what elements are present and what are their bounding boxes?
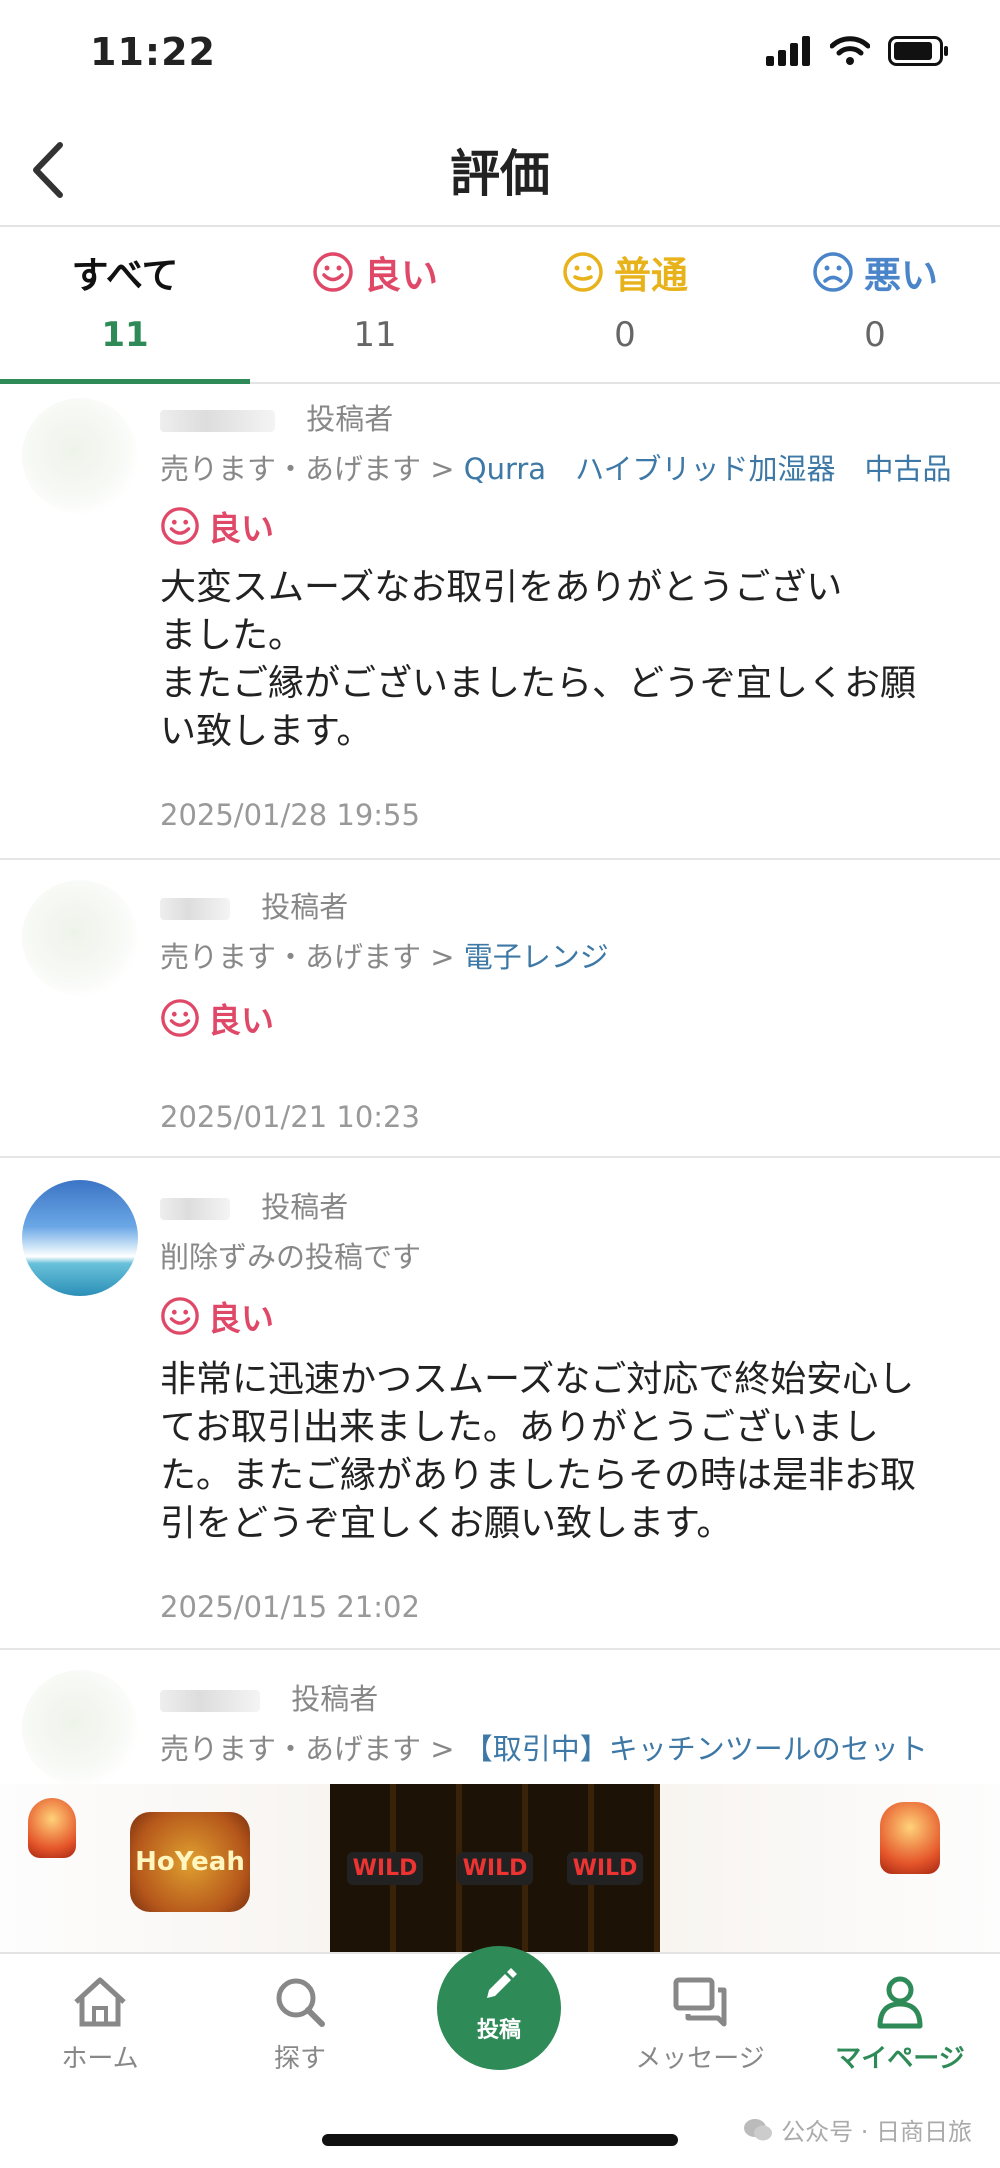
home-indicator[interactable] [322,2134,678,2146]
frown-icon [813,252,853,292]
post-path: 削除ずみの投稿です [160,1240,422,1274]
wechat-icon [744,2118,773,2140]
smile-icon [161,999,199,1037]
ad-banner[interactable]: HoYeah WILD WILD WILD [0,1784,1000,1952]
poster-role: 投稿者 [291,1682,379,1716]
wifi-icon [830,36,870,65]
post-link[interactable]: 【取引中】キッチンツールのセット [464,1732,928,1766]
poster-role: 投稿者 [306,402,394,436]
review-date: 2025/01/28 19:55 [160,798,420,832]
rating-badge: 良い [160,502,274,550]
post-path: 売ります・あげます > Qurra ハイブリッド加湿器 中古品 [160,452,952,486]
post-path: 売ります・あげます > 電子レンジ [160,940,609,974]
nav-search[interactable]: 探す [230,1974,370,2075]
tab-count: 0 [864,315,886,355]
smile-icon [161,1297,199,1335]
username-redacted [160,1198,230,1220]
review-item[interactable]: 投稿者 売ります・あげます > 電子レンジ 良い 2025/01/21 10:2… [0,860,1000,1158]
rating-badge: 良い [160,1292,274,1340]
avatar[interactable] [22,1670,138,1786]
status-icons [766,36,950,66]
tab-good[interactable]: 良い 11 [250,227,500,382]
tab-bad[interactable]: 悪い 0 [750,227,1000,382]
tab-label: すべて [71,254,179,297]
avatar[interactable] [22,880,138,996]
nav-home[interactable]: ホーム [30,1974,170,2075]
review-item[interactable]: 投稿者 売ります・あげます > 【取引中】キッチンツールのセット [0,1650,1000,1786]
ad-logo: HoYeah [130,1812,250,1912]
watermark: 公众号 · 日商日旅 [743,2112,972,2147]
avatar[interactable] [22,398,138,514]
tab-label: 悪い [864,254,938,297]
review-text: 非常に迅速かつスムーズなご対応で終始安心し てお取引出来ました。ありがとうござい… [160,1359,917,1544]
chat-icon [673,1977,727,2027]
tab-normal[interactable]: 普通 0 [500,227,750,382]
lantern-decoration [880,1802,940,1874]
review-item[interactable]: 投稿者 削除ずみの投稿です 良い 非常に迅速かつスムーズなご対応で終始安心し て… [0,1158,1000,1650]
rating-badge: 良い [160,994,274,1042]
review-item[interactable]: 投稿者 売ります・あげます > Qurra ハイブリッド加湿器 中古品 良い 大… [0,384,1000,860]
search-icon [276,1978,325,2027]
post-path: 売ります・あげます > 【取引中】キッチンツールのセット [160,1732,928,1766]
tab-label: 普通 [614,254,688,297]
poster-role: 投稿者 [261,890,349,924]
lantern-decoration [28,1798,76,1858]
battery-icon [888,36,948,66]
tab-count: 11 [353,315,397,355]
nav-messages[interactable]: メッセージ [630,1974,770,2075]
tab-count: 0 [614,315,636,355]
signal-icon [766,36,810,66]
review-text: 大変スムーズなお取引をありがとうござい ました。 またご縁がございましたら、どう… [160,567,917,752]
smile-icon [313,252,353,292]
person-icon [877,1976,923,2029]
nav-mypage[interactable]: マイページ [830,1974,970,2075]
home-icon [74,1977,126,2027]
tab-all[interactable]: すべて 11 [0,227,250,384]
tab-label: 良い [364,254,438,297]
ad-slot-reels: WILD WILD WILD [330,1784,660,1952]
page-title: 評価 [450,145,550,203]
username-redacted [160,898,230,920]
username-redacted [160,1690,260,1712]
avatar[interactable] [22,1180,138,1296]
post-button[interactable]: 投稿 [437,1946,561,2070]
nav-header: 評価 [0,110,1000,227]
tab-count: 11 [101,315,149,355]
status-time: 11:22 [90,30,216,74]
post-link[interactable]: Qurra ハイブリッド加湿器 中古品 [464,452,952,486]
pencil-icon [487,1968,517,1998]
status-bar: 11:22 [0,0,1000,105]
neutral-face-icon [563,252,603,292]
post-link[interactable]: 電子レンジ [464,940,609,974]
rating-tabs: すべて 11 良い 11 普通 0 悪い 0 [0,227,1000,384]
username-redacted [160,410,275,432]
review-date: 2025/01/15 21:02 [160,1590,420,1624]
review-date: 2025/01/21 10:23 [160,1100,420,1134]
smile-icon [161,507,199,545]
poster-role: 投稿者 [261,1190,349,1224]
bottom-nav: ホーム 探す 投稿 メッセージ マイページ 公众号 · 日商日旅 [0,1946,1000,2168]
